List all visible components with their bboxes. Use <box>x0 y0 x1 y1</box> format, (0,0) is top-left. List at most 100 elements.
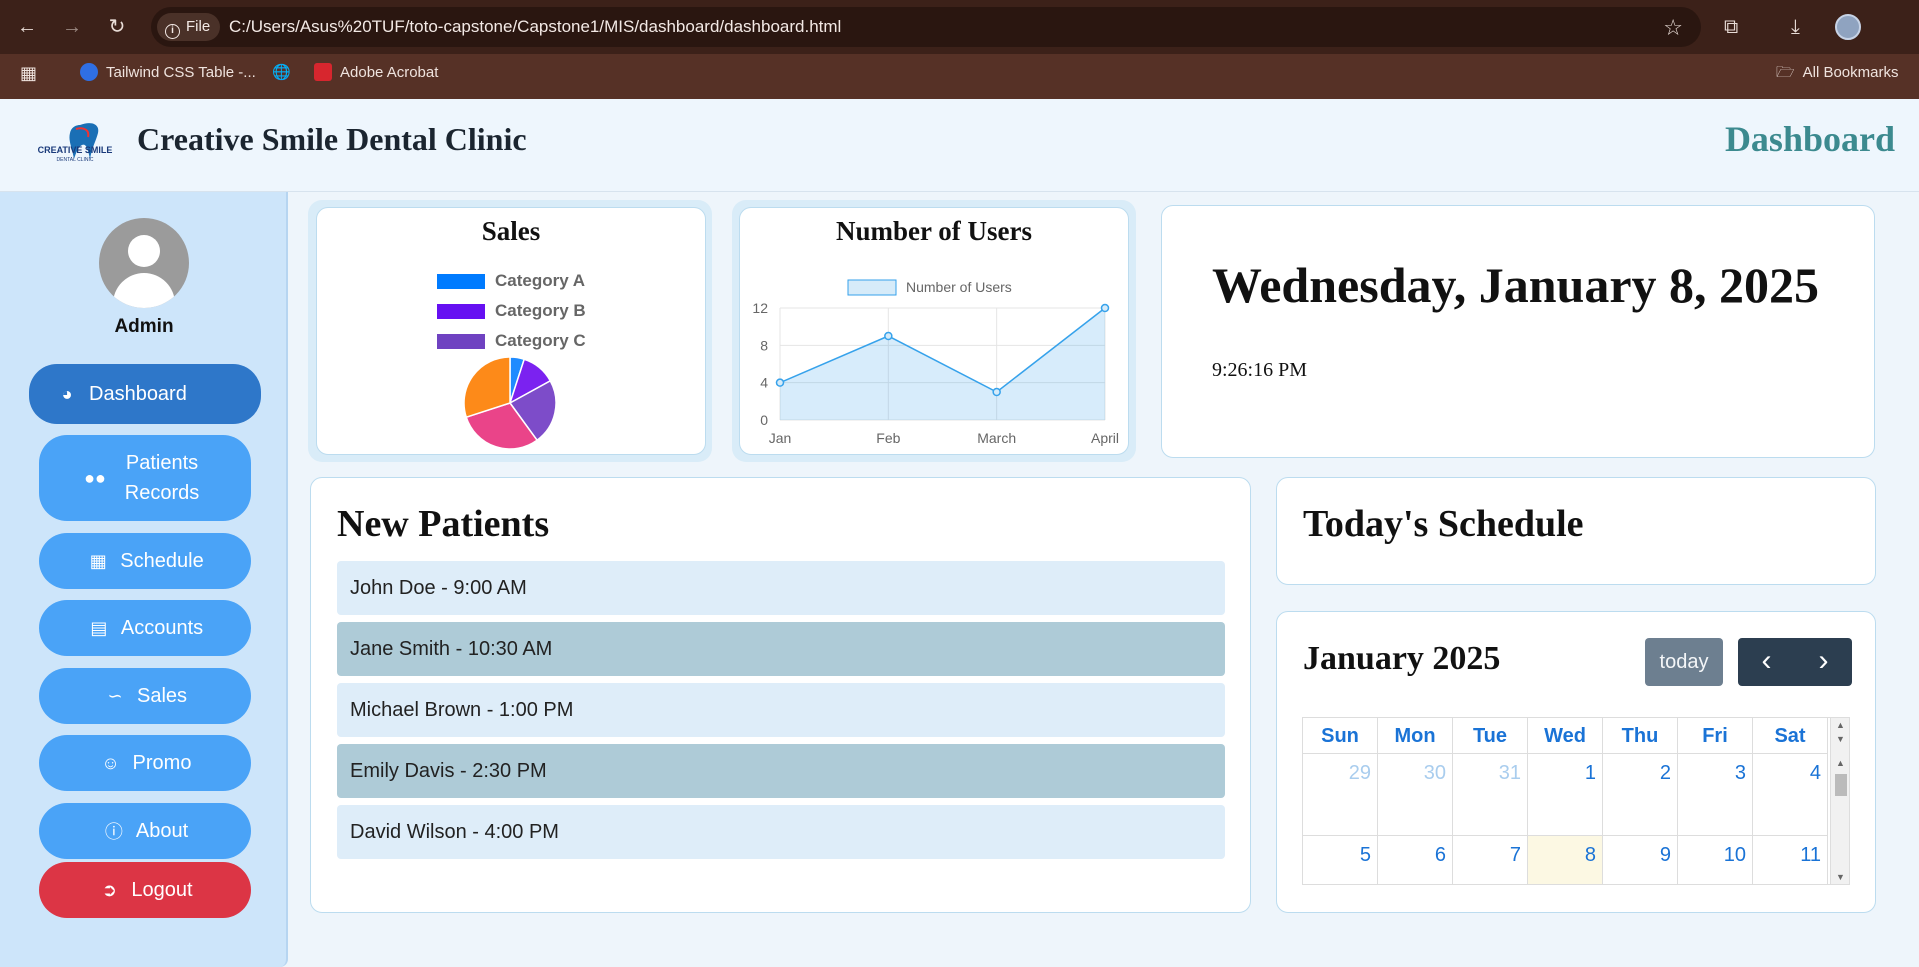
calendar-day[interactable]: 5 <box>1303 836 1378 884</box>
today-button[interactable]: today <box>1645 638 1723 686</box>
weekday-header: Sat <box>1753 718 1828 754</box>
info-icon: i <box>165 24 180 39</box>
globe-icon[interactable]: 🌐 <box>272 54 291 92</box>
patient-row[interactable]: Jane Smith - 10:30 AM <box>337 622 1225 676</box>
chevron-left-icon[interactable]: ‹ <box>1738 638 1795 686</box>
sidebar-item-schedule[interactable]: ▦ Schedule <box>39 533 251 589</box>
x-tick-label: Feb <box>876 430 900 446</box>
datetime-card: Wednesday, January 8, 2025 9:26:16 PM <box>1161 205 1875 458</box>
y-tick-label: 8 <box>760 337 768 353</box>
bookmark-star-icon[interactable]: ☆ <box>1663 15 1683 41</box>
reload-icon[interactable]: ↻ <box>104 14 130 40</box>
x-tick-label: Jan <box>769 430 792 446</box>
app-header: CREATIVE SMILE DENTAL CLINIC Creative Sm… <box>0 99 1919 192</box>
y-tick-label: 12 <box>752 300 768 316</box>
calendar-day[interactable]: 31 <box>1453 754 1528 836</box>
logout-button[interactable]: ➲ Logout <box>39 862 251 918</box>
x-tick-label: March <box>977 430 1016 446</box>
download-icon[interactable]: ⤓ <box>1791 14 1800 40</box>
sales-chart-card: Sales Category A Category B Category C <box>316 207 706 455</box>
y-tick-label: 0 <box>760 412 768 428</box>
page-title: Dashboard <box>1724 119 1895 159</box>
legend-swatch-c <box>437 334 485 349</box>
user-name: Admin <box>114 316 174 337</box>
calendar-day[interactable]: 11 <box>1753 836 1828 884</box>
browser-toolbar: ← → ↻ i File C:/Users/Asus%20TUF/toto-cap… <box>0 0 1919 54</box>
patient-row[interactable]: Emily Davis - 2:30 PM <box>337 744 1225 798</box>
weekday-header: Mon <box>1378 718 1453 754</box>
acrobat-favicon-icon <box>314 63 332 81</box>
extensions-icon[interactable]: ⧉ <box>1724 14 1738 40</box>
smile-icon: ☺ <box>101 752 120 773</box>
legend-swatch-users[interactable] <box>847 279 897 296</box>
sidebar-item-patients-records[interactable]: ●● Patients Records <box>39 435 251 521</box>
legend-swatch-a <box>437 274 485 289</box>
users-icon: ●● <box>84 467 106 488</box>
calendar-day[interactable]: 7 <box>1453 836 1528 884</box>
sales-chart-title: Sales <box>481 216 541 246</box>
scrollbar-thumb[interactable] <box>1835 774 1847 796</box>
sidebar: Admin ◕ Dashboard ●● Patients Records ▦ Sch… <box>0 192 288 967</box>
users-line-chart: Number of Users 0 4 8 12 Jan Feb March April <box>752 279 1119 446</box>
sidebar-item-promo[interactable]: ☺ Promo <box>39 735 251 791</box>
scroll-down-icon[interactable]: ▼ <box>1836 872 1845 882</box>
calendar-card: January 2025 today ‹ › Sun Mon Tue Wed T… <box>1276 611 1876 913</box>
site-info-chip[interactable]: i File <box>157 13 221 41</box>
svg-text:CREATIVE SMILE: CREATIVE SMILE <box>38 145 113 155</box>
users-chart-card: Number of Users Number of Users 0 4 8 12 Jan F… <box>739 207 1129 455</box>
patient-row[interactable]: Michael Brown - 1:00 PM <box>337 683 1225 737</box>
todays-schedule-title: Today's Schedule <box>1303 503 1584 545</box>
calendar-day[interactable]: 6 <box>1378 836 1453 884</box>
sidebar-item-dashboard[interactable]: ◕ Dashboard <box>29 364 261 424</box>
calendar-day-today[interactable]: 8 <box>1528 836 1603 884</box>
calendar-day[interactable]: 4 <box>1753 754 1828 836</box>
sidebar-item-accounts[interactable]: ▤ Accounts <box>39 600 251 656</box>
back-icon[interactable]: ← <box>14 14 40 40</box>
calendar-day[interactable]: 30 <box>1378 754 1453 836</box>
data-point[interactable] <box>884 331 893 341</box>
weekday-header: Fri <box>1678 718 1753 754</box>
patient-row[interactable]: David Wilson - 4:00 PM <box>337 805 1225 859</box>
bookmark-tailwind[interactable]: Tailwind CSS Table -... <box>80 54 256 92</box>
invoice-icon: ▤ <box>90 617 108 638</box>
calendar-scrollbar[interactable]: ▲ ▼ ▲ ▼ <box>1830 718 1849 884</box>
calendar-grid: Sun Mon Tue Wed Thu Fri Sat 29 30 31 1 2… <box>1302 717 1850 885</box>
scroll-up-icon[interactable]: ▲ <box>1836 758 1845 768</box>
sidebar-item-about[interactable]: ⓘ About <box>39 803 251 859</box>
calendar-day[interactable]: 1 <box>1528 754 1603 836</box>
calendar-icon: ▦ <box>89 550 107 571</box>
address-bar[interactable]: i File C:/Users/Asus%20TUF/toto-capstone/… <box>151 7 1701 47</box>
data-point[interactable] <box>775 378 785 387</box>
calendar-day[interactable]: 2 <box>1603 754 1678 836</box>
info-icon: ⓘ <box>104 822 123 842</box>
legend-label-users: Number of Users <box>906 279 1012 295</box>
profile-avatar[interactable] <box>1835 14 1861 40</box>
chevron-right-icon[interactable]: › <box>1795 638 1852 686</box>
new-patients-title: New Patients <box>337 503 550 545</box>
weekday-header: Sun <box>1303 718 1378 754</box>
user-avatar <box>99 218 189 308</box>
apps-grid-icon[interactable]: ▦ <box>20 54 37 92</box>
calendar-day[interactable]: 10 <box>1678 836 1753 884</box>
sign-out-icon: ➲ <box>101 879 117 900</box>
clinic-logo: CREATIVE SMILE DENTAL CLINIC <box>38 123 113 163</box>
forward-icon[interactable]: → <box>59 14 85 40</box>
weekday-header: Wed <box>1528 718 1603 754</box>
bookmark-adobe-acrobat[interactable]: Adobe Acrobat <box>314 54 438 92</box>
url-text[interactable]: C:/Users/Asus%20TUF/toto-capstone/Capsto… <box>229 7 841 47</box>
tailwind-favicon-icon <box>80 63 98 81</box>
scroll-down-icon[interactable]: ▼ <box>1836 734 1845 744</box>
data-point[interactable] <box>1100 303 1110 313</box>
calendar-day[interactable]: 9 <box>1603 836 1678 884</box>
scroll-up-icon[interactable]: ▲ <box>1836 720 1845 730</box>
sidebar-item-sales[interactable]: ∽ Sales <box>39 668 251 724</box>
calendar-day[interactable]: 3 <box>1678 754 1753 836</box>
calendar-day[interactable]: 29 <box>1303 754 1378 836</box>
all-bookmarks[interactable]: 🗁 All Bookmarks <box>1776 54 1898 92</box>
patient-row[interactable]: John Doe - 9:00 AM <box>337 561 1225 615</box>
data-point[interactable] <box>992 387 1001 397</box>
svg-text:DENTAL CLINIC: DENTAL CLINIC <box>57 157 94 163</box>
weekday-header: Thu <box>1603 718 1678 754</box>
current-time: 9:26:16 PM <box>1212 359 1308 381</box>
sales-pie-chart <box>463 356 557 450</box>
